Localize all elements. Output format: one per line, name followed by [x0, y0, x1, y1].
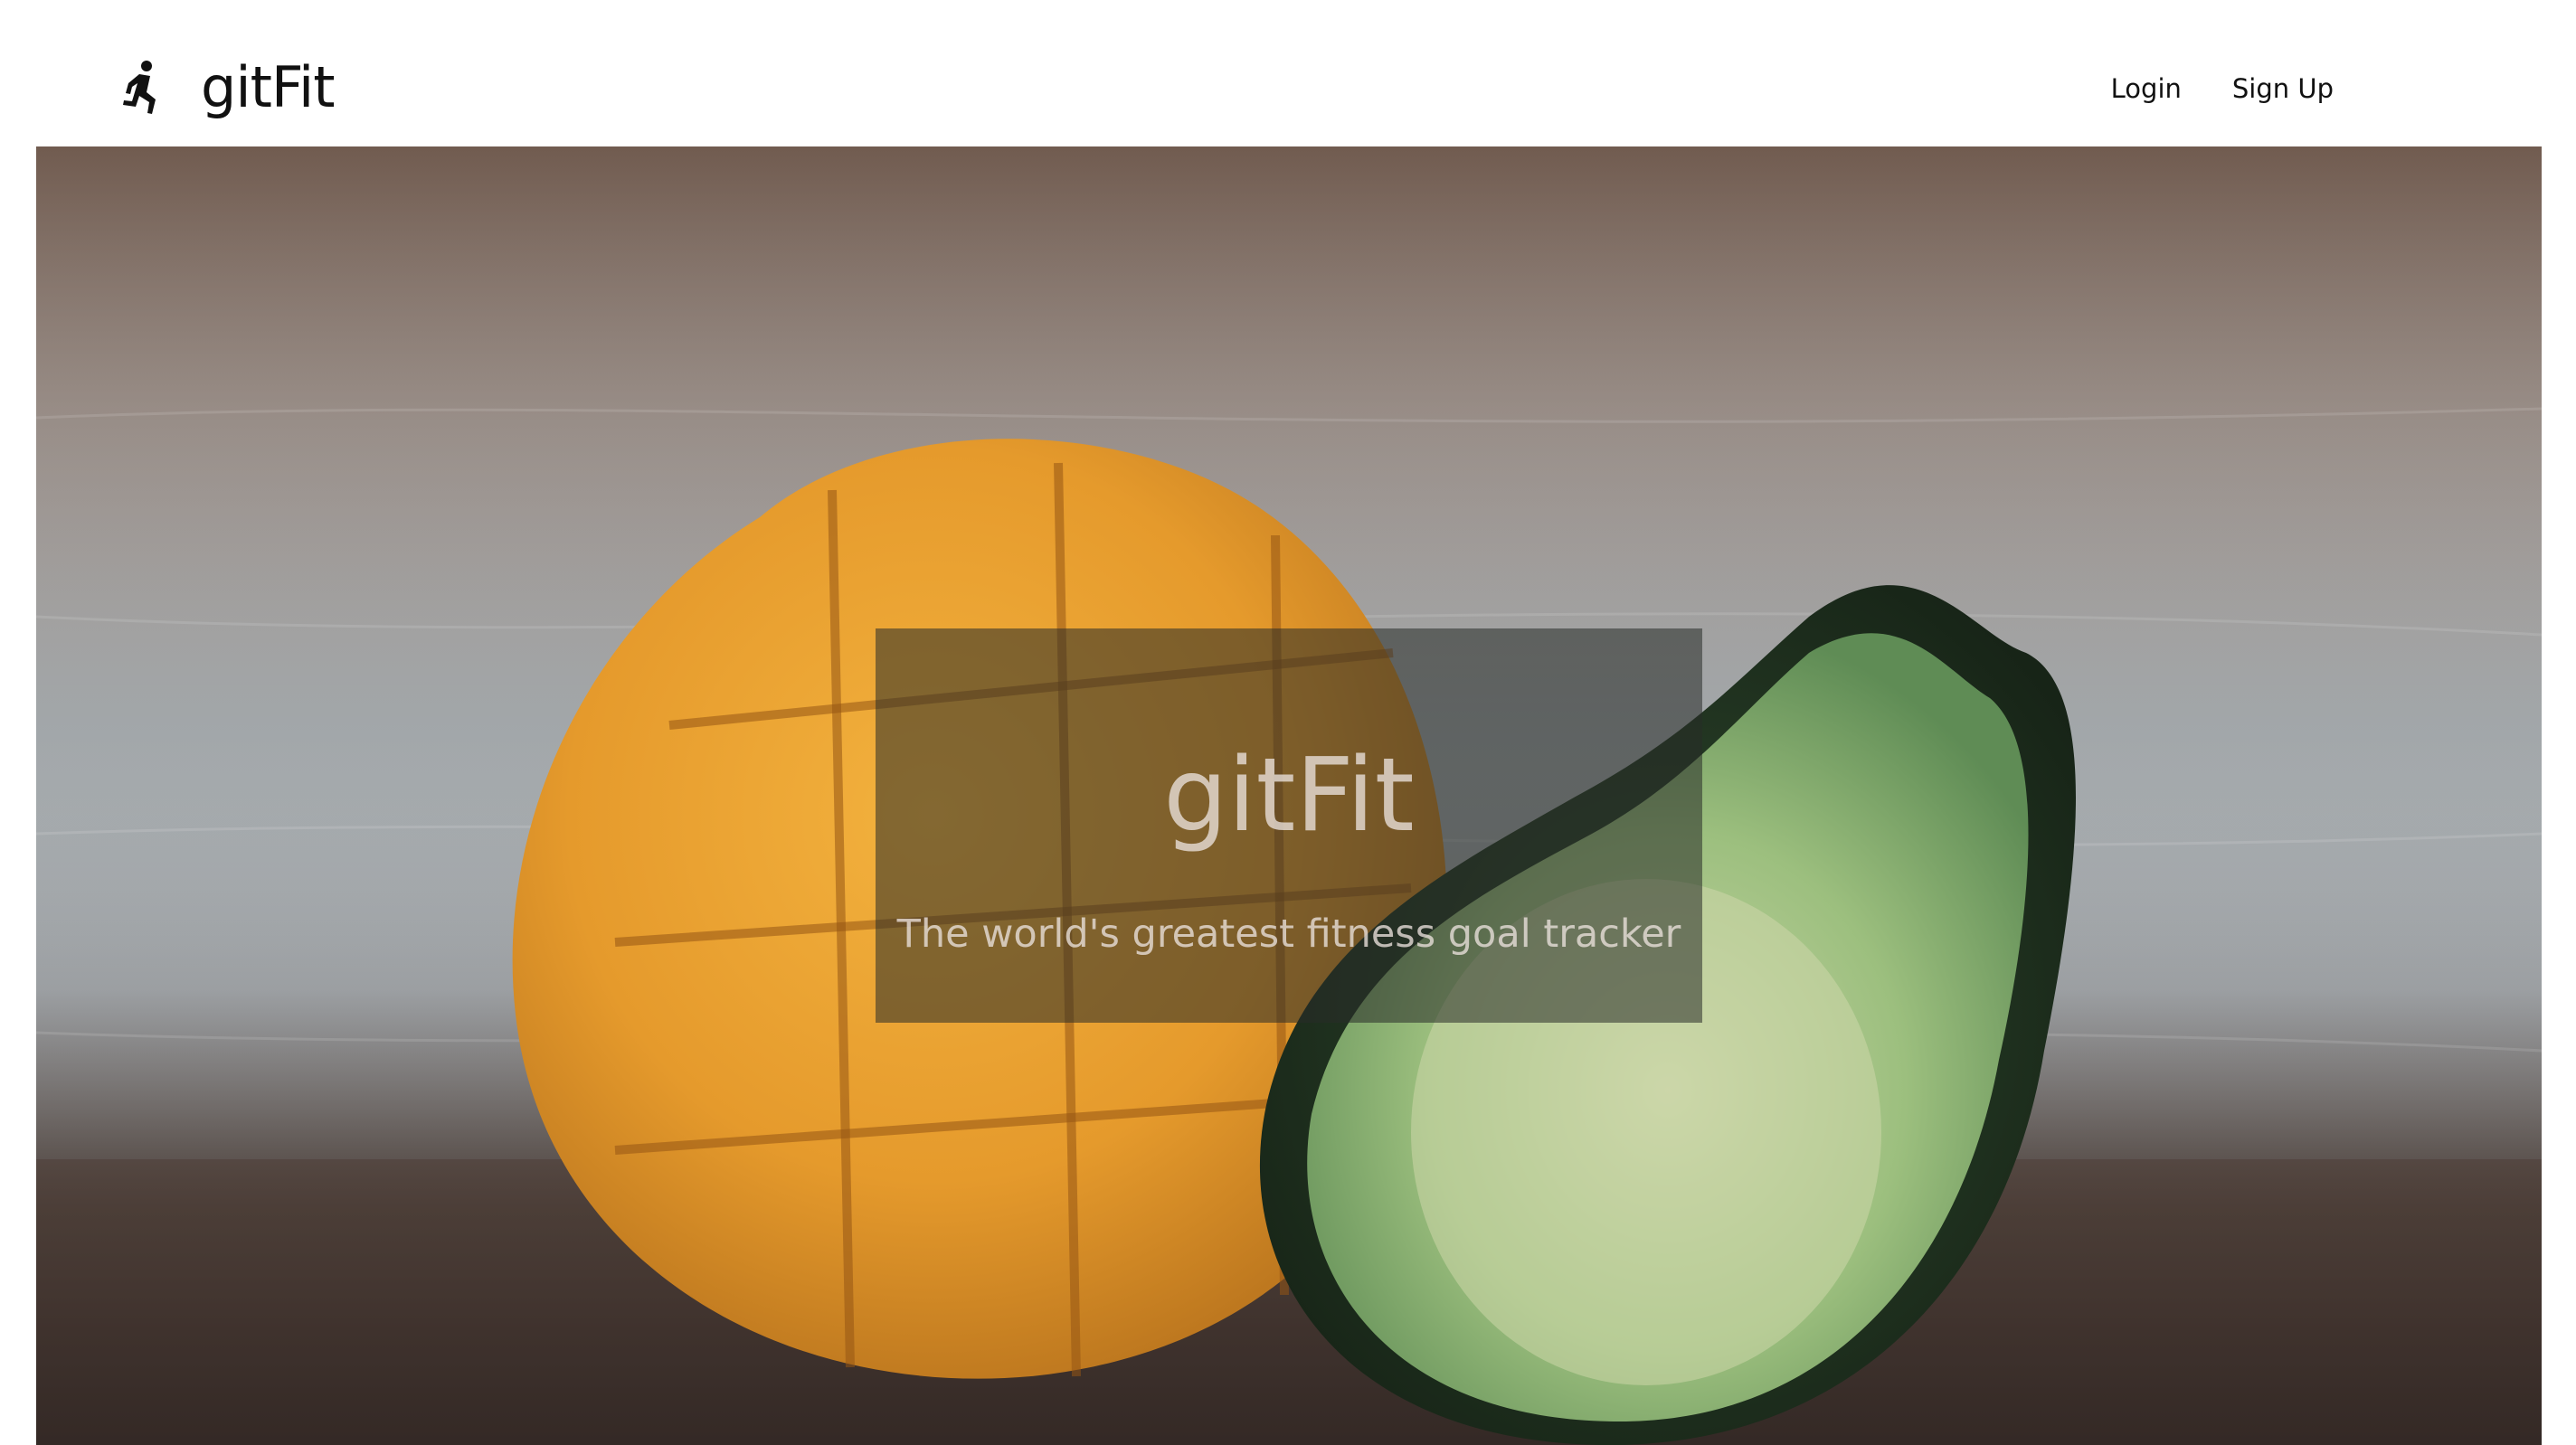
nav-links: Login Sign Up	[2111, 71, 2334, 107]
navbar: gitFit Login Sign Up	[0, 0, 2576, 146]
hero-overlay: gitFit The world's greatest fitness goal…	[876, 628, 1702, 1023]
running-person-icon	[119, 60, 165, 116]
brand-title: gitFit	[201, 54, 336, 120]
hero-banner: gitFit The world's greatest fitness goal…	[36, 146, 2542, 1445]
signup-link[interactable]: Sign Up	[2232, 71, 2334, 107]
brand-link[interactable]: gitFit	[119, 54, 336, 120]
hero-title: gitFit	[1163, 737, 1415, 855]
login-link[interactable]: Login	[2111, 71, 2182, 107]
hero-subtitle: The world's greatest fitness goal tracke…	[896, 911, 1681, 957]
